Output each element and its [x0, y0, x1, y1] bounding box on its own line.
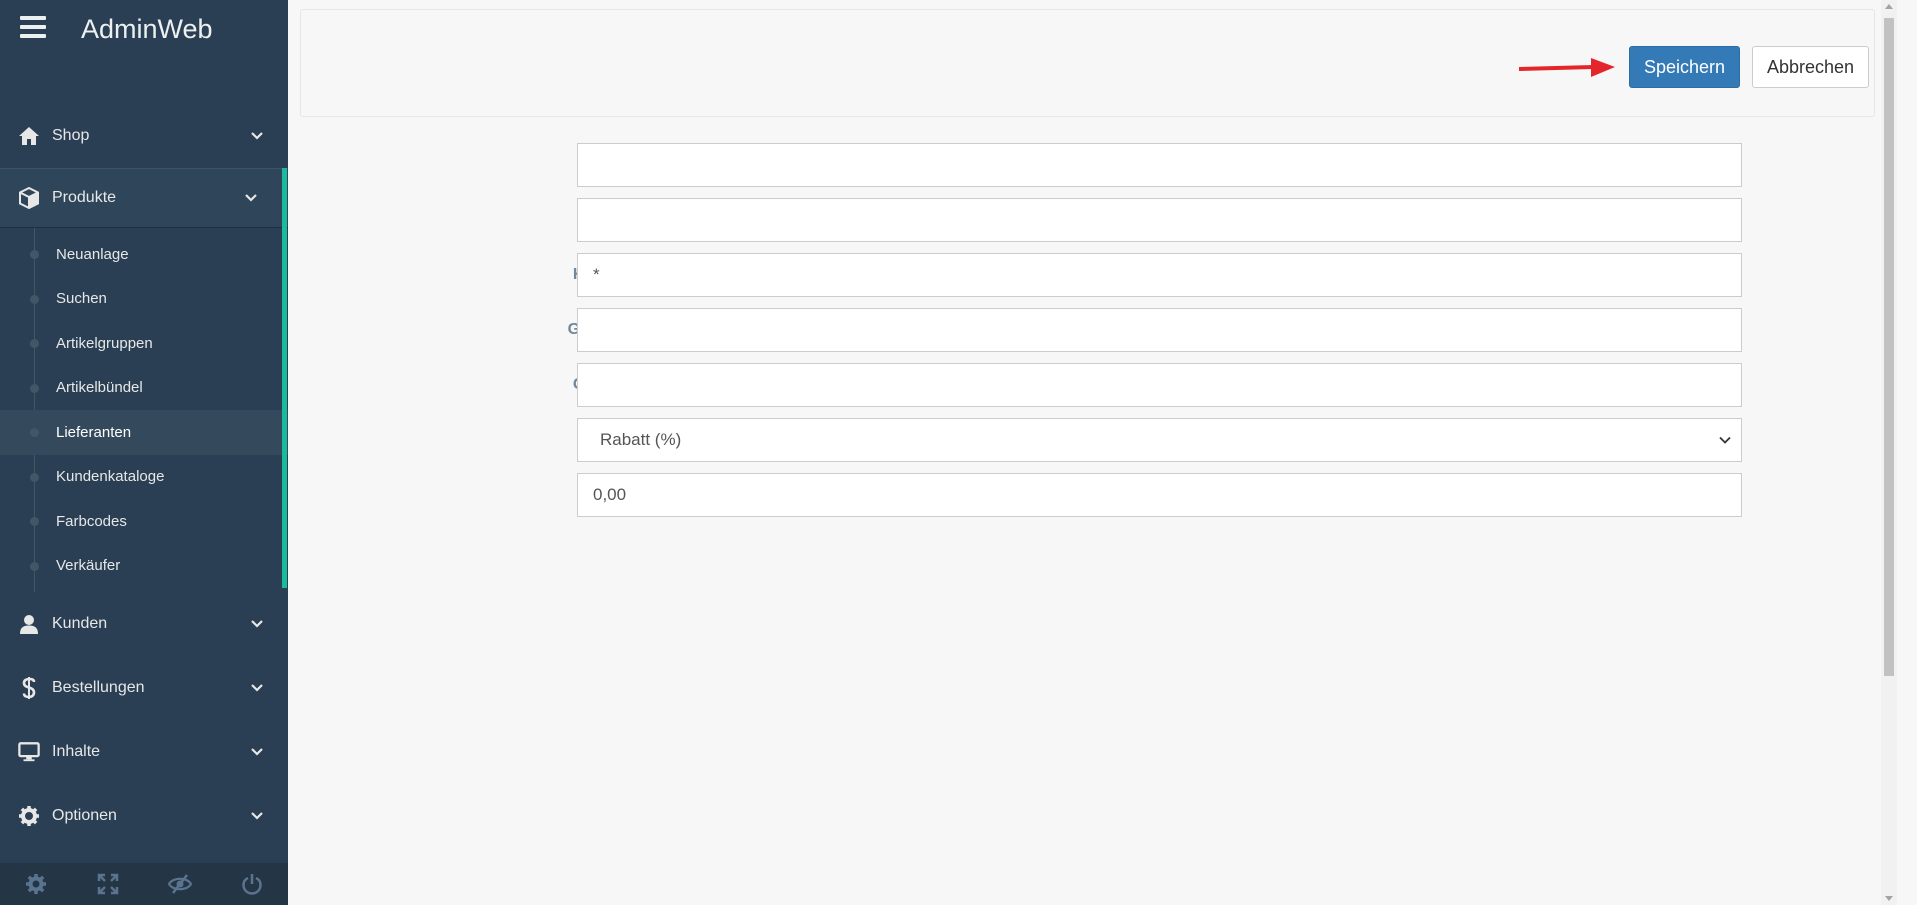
form-row-gueltig-bis: Gültig bis:: [288, 363, 1748, 407]
submenu-item-kundenkataloge[interactable]: Kundenkataloge: [0, 455, 288, 500]
submenu-produkte: Neuanlage Suchen Artikelgruppen Artikelb…: [0, 228, 288, 592]
form-row-faktor: Faktor:: [288, 143, 1748, 187]
sidebar-item-inhalte[interactable]: Inhalte: [0, 720, 288, 784]
sidebar-item-label: Optionen: [52, 807, 117, 824]
sidebar-item-shop[interactable]: Shop: [0, 104, 288, 168]
submenu-item-label: Suchen: [56, 290, 107, 308]
bullet-icon: [30, 472, 39, 482]
home-icon: [18, 125, 40, 147]
submenu-item-lieferanten[interactable]: Lieferanten: [0, 410, 288, 455]
vertical-scrollbar[interactable]: [1881, 0, 1897, 905]
user-icon: [18, 613, 40, 635]
sidebar-item-label: Kunden: [52, 615, 108, 632]
bullet-icon: [30, 561, 39, 571]
hide-button[interactable]: [144, 863, 216, 905]
sidebar-item-label: Shop: [52, 127, 90, 144]
form-row-kategorie: Kategorie: *: [288, 253, 1748, 297]
submenu-item-artikelbuendel[interactable]: Artikelbündel: [0, 366, 288, 411]
chevron-down-icon: [251, 620, 263, 628]
cancel-button[interactable]: Abbrechen: [1752, 46, 1869, 88]
save-button[interactable]: Speichern: [1629, 46, 1740, 88]
bullet-icon: [30, 428, 39, 438]
gueltig-von-input[interactable]: [577, 308, 1742, 352]
submenu-item-suchen[interactable]: Suchen: [0, 277, 288, 322]
menu-toggle-icon[interactable]: [20, 16, 46, 38]
fullscreen-icon: [97, 873, 119, 895]
cube-icon: [18, 187, 40, 209]
chevron-down-icon: [251, 812, 263, 820]
sidebar: AdminWeb Shop Produkte Neuanlage Suchen …: [0, 0, 288, 905]
submenu-item-neuanlage[interactable]: Neuanlage: [0, 232, 288, 277]
kategorie-input[interactable]: *: [577, 253, 1742, 297]
sidebar-footer: [0, 863, 288, 905]
monitor-icon: [18, 741, 40, 763]
settings-icon: [26, 874, 46, 894]
dollar-icon: [18, 677, 40, 699]
submenu-item-label: Kundenkataloge: [56, 468, 165, 486]
chevron-down-icon: [1719, 436, 1731, 444]
submenu-item-farbcodes[interactable]: Farbcodes: [0, 499, 288, 544]
bullet-icon: [30, 250, 39, 260]
bullet-icon: [30, 517, 39, 527]
fullscreen-button[interactable]: [72, 863, 144, 905]
submenu-item-verkaeufer[interactable]: Verkäufer: [0, 544, 288, 589]
active-section-indicator: [282, 168, 287, 588]
submenu-item-label: Neuanlage: [56, 245, 129, 263]
scroll-down-icon[interactable]: [1885, 896, 1893, 901]
annotation-arrow-icon: [1518, 58, 1615, 77]
gear-icon: [18, 805, 40, 827]
bullet-icon: [30, 294, 39, 304]
settings-button[interactable]: [0, 863, 72, 905]
submenu-item-label: Artikelgruppen: [56, 334, 153, 352]
form-row-gueltig-von: Gültig von:: [288, 308, 1748, 352]
sidebar-item-bestellungen[interactable]: Bestellungen: [0, 656, 288, 720]
sidebar-item-label: Produkte: [52, 189, 117, 206]
eye-slash-icon: [168, 874, 192, 894]
sidebar-item-label: Inhalte: [52, 743, 101, 760]
sidebar-nav: Shop Produkte Neuanlage Suchen Artikelgr…: [0, 104, 288, 848]
scroll-thumb[interactable]: [1884, 18, 1894, 676]
konto-input[interactable]: [577, 198, 1742, 242]
bullet-icon: [30, 383, 39, 393]
power-icon: [242, 874, 262, 895]
submenu-item-label: Verkäufer: [56, 557, 121, 575]
sidebar-item-optionen[interactable]: Optionen: [0, 784, 288, 848]
logout-button[interactable]: [216, 863, 288, 905]
submenu-item-label: Artikelbündel: [56, 379, 143, 397]
chevron-down-icon: [251, 684, 263, 692]
main-content: Speichern Abbrechen Faktor: Konto: Kateg…: [288, 0, 1897, 905]
form-row-art: Art: Rabatt (%): [288, 418, 1748, 462]
form-row-wert: Wert: 0,00: [288, 473, 1748, 517]
brand-title[interactable]: AdminWeb: [81, 14, 213, 45]
sidebar-item-kunden[interactable]: Kunden: [0, 592, 288, 656]
chevron-down-icon: [245, 194, 257, 202]
art-select-value: Rabatt (%): [600, 430, 682, 449]
submenu-item-artikelgruppen[interactable]: Artikelgruppen: [0, 321, 288, 366]
submenu-item-label: Farbcodes: [56, 512, 127, 530]
faktor-input[interactable]: [577, 143, 1742, 187]
sidebar-item-label: Bestellungen: [52, 679, 145, 696]
gueltig-bis-input[interactable]: [577, 363, 1742, 407]
chevron-down-icon: [251, 748, 263, 756]
chevron-down-icon: [251, 132, 263, 140]
form-row-konto: Konto:: [288, 198, 1748, 242]
scroll-up-icon[interactable]: [1885, 4, 1893, 9]
wert-input[interactable]: 0,00: [577, 473, 1742, 517]
submenu-item-label: Lieferanten: [56, 423, 132, 441]
action-bar: Speichern Abbrechen: [300, 9, 1875, 117]
sidebar-item-produkte[interactable]: Produkte: [0, 168, 288, 228]
art-select[interactable]: Rabatt (%): [577, 418, 1742, 462]
bullet-icon: [30, 339, 39, 349]
